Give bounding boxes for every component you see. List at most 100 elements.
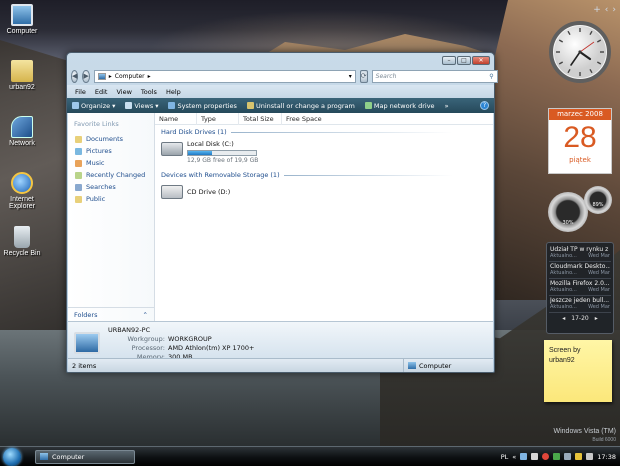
- desktop-icon-label: Computer: [6, 28, 38, 35]
- clock-gadget[interactable]: [548, 20, 612, 92]
- file-list: Name Type Total Size Free Space Hard Dis…: [155, 112, 493, 321]
- menu-help[interactable]: Help: [166, 88, 181, 96]
- uninstall-program-button[interactable]: Uninstall or change a program: [246, 102, 355, 110]
- desktop-icon-network[interactable]: Network: [0, 116, 44, 147]
- feed-title: Udział TP w rynku z ...: [550, 246, 610, 253]
- app-tray-icon[interactable]: [553, 453, 561, 460]
- favorite-label: Recently Changed: [86, 171, 146, 179]
- more-commands-icon[interactable]: »: [445, 102, 449, 110]
- organize-button[interactable]: Organize ▾: [72, 102, 115, 110]
- chevron-left-icon[interactable]: ◂: [562, 315, 565, 322]
- feed-item[interactable]: Mozilla Firefox 2.0.... Aktualno... Wed M…: [549, 279, 611, 296]
- desktop-icon-computer[interactable]: Computer: [0, 4, 44, 35]
- feed-item[interactable]: Jeszcze jeden bull... Aktualno... Wed Mar: [549, 296, 611, 313]
- feed-headlines-gadget[interactable]: Udział TP w rynku z ... Aktualno... Wed M…: [546, 242, 614, 334]
- maximize-button[interactable]: □: [457, 56, 471, 65]
- chevron-right-icon[interactable]: ▸: [595, 315, 598, 322]
- dropdown-arrow-icon[interactable]: ▾: [349, 73, 352, 80]
- computer-name: URBAN92-PC: [108, 326, 151, 334]
- documents-icon: [75, 135, 82, 143]
- back-button[interactable]: ◀: [71, 69, 79, 83]
- recycle-bin-icon: [14, 226, 30, 248]
- feed-item[interactable]: Udział TP w rynku z ... Aktualno... Wed M…: [549, 245, 611, 262]
- drive-usage-bar: [187, 150, 257, 156]
- breadcrumb-location[interactable]: Computer: [115, 73, 145, 80]
- explorer-content: Favorite Links Documents Pictures Music …: [68, 112, 493, 321]
- group-title: Devices with Removable Storage (1): [161, 171, 280, 179]
- folders-toggle[interactable]: Folders ⌃: [68, 307, 154, 321]
- column-type[interactable]: Type: [197, 112, 239, 125]
- chevron-right-icon[interactable]: ›: [612, 5, 616, 15]
- column-free-space[interactable]: Free Space: [282, 113, 332, 125]
- favorite-recently-changed[interactable]: Recently Changed: [68, 169, 154, 181]
- start-button[interactable]: [3, 447, 21, 466]
- notes-gadget[interactable]: Screen by urban92: [544, 340, 612, 402]
- hard-disk-icon: [161, 142, 183, 156]
- workgroup-label: Workgroup:: [127, 335, 165, 343]
- map-network-drive-button[interactable]: Map network drive: [364, 101, 435, 110]
- drive-name: CD Drive (D:): [187, 188, 231, 196]
- favorite-searches[interactable]: Searches: [68, 181, 154, 193]
- taskbar-button-computer[interactable]: Computer: [35, 449, 135, 464]
- desktop-icon-user-folder[interactable]: urban92: [0, 60, 44, 91]
- desktop-icon-recycle-bin[interactable]: Recycle Bin: [0, 226, 44, 257]
- column-total-size[interactable]: Total Size: [239, 112, 282, 125]
- tray-expand-icon[interactable]: «: [512, 453, 516, 461]
- volume-tray-icon[interactable]: [531, 453, 539, 460]
- breadcrumb-separator-icon[interactable]: ▸: [148, 73, 151, 80]
- feed-title: Cloudmark Deskto...: [550, 263, 610, 270]
- desktop-icon-internet-explorer[interactable]: Internet Explorer: [0, 172, 44, 210]
- network-tray-icon[interactable]: [520, 453, 528, 460]
- menu-tools[interactable]: Tools: [141, 88, 157, 96]
- processor-value: AMD Athlon(tm) XP 1700+: [168, 344, 255, 352]
- messenger-tray-icon[interactable]: [586, 453, 594, 460]
- watermark-build: Build 6000: [592, 437, 616, 443]
- column-name[interactable]: Name: [155, 112, 197, 125]
- computer-icon: [11, 4, 33, 26]
- cpu-meter-gadget[interactable]: 30% 89%: [548, 186, 614, 234]
- menu-file[interactable]: File: [75, 88, 86, 96]
- forward-button[interactable]: ▶: [82, 69, 90, 83]
- feed-item[interactable]: Cloudmark Deskto... Aktualno... Wed Mar: [549, 262, 611, 279]
- chevron-left-icon[interactable]: ‹: [605, 5, 609, 15]
- refresh-button[interactable]: ⟳: [359, 69, 368, 83]
- add-gadget-icon[interactable]: +: [593, 5, 601, 15]
- favorite-label: Public: [86, 195, 106, 203]
- favorite-public[interactable]: Public: [68, 193, 154, 205]
- favorite-music[interactable]: Music: [68, 157, 154, 169]
- updates-tray-icon[interactable]: [575, 453, 583, 460]
- group-removable-storage[interactable]: Devices with Removable Storage (1): [155, 168, 493, 179]
- favorite-label: Pictures: [86, 147, 112, 155]
- network-icon: [11, 116, 33, 138]
- breadcrumb-separator-icon[interactable]: ▸: [109, 73, 112, 80]
- group-hard-disk-drives[interactable]: Hard Disk Drives (1): [155, 125, 493, 136]
- favorite-label: Music: [86, 159, 105, 167]
- clock-time[interactable]: 17:38: [597, 453, 616, 461]
- system-properties-button[interactable]: System properties: [168, 101, 237, 110]
- minimize-button[interactable]: –: [442, 56, 456, 65]
- drive-item-cd-drive[interactable]: CD Drive (D:): [155, 179, 493, 199]
- help-icon[interactable]: ?: [480, 101, 489, 110]
- close-button[interactable]: ✕: [472, 56, 490, 65]
- security-tray-icon[interactable]: [542, 453, 550, 460]
- language-indicator[interactable]: PL: [501, 453, 509, 461]
- system-properties-label: System properties: [177, 101, 237, 110]
- search-icon[interactable]: ⚲: [489, 73, 493, 80]
- favorite-documents[interactable]: Documents: [68, 133, 154, 145]
- explorer-window[interactable]: – □ ✕ ◀ ▶ ▸ Computer ▸ ▾ ⟳ Search ⚲ Orga…: [66, 52, 498, 373]
- desktop-icon-label: Network: [9, 140, 35, 147]
- address-bar[interactable]: ▸ Computer ▸ ▾: [93, 69, 356, 83]
- organize-label: Organize: [81, 101, 111, 110]
- music-icon: [75, 159, 82, 167]
- menu-edit[interactable]: Edit: [95, 88, 108, 96]
- note-text: Screen by urban92: [549, 347, 581, 364]
- power-tray-icon[interactable]: [564, 453, 572, 460]
- map-network-drive-label: Map network drive: [373, 101, 435, 110]
- drive-item-local-disk[interactable]: Local Disk (C:) 12,9 GB free of 19,9 GB: [155, 136, 493, 164]
- views-button[interactable]: Views ▾: [125, 102, 158, 110]
- menu-view[interactable]: View: [116, 88, 131, 96]
- calendar-gadget[interactable]: marzec 2008 28 piątek: [548, 108, 612, 174]
- search-input[interactable]: Search ⚲: [371, 69, 498, 83]
- feed-date: Wed Mar: [588, 304, 610, 310]
- favorite-pictures[interactable]: Pictures: [68, 145, 154, 157]
